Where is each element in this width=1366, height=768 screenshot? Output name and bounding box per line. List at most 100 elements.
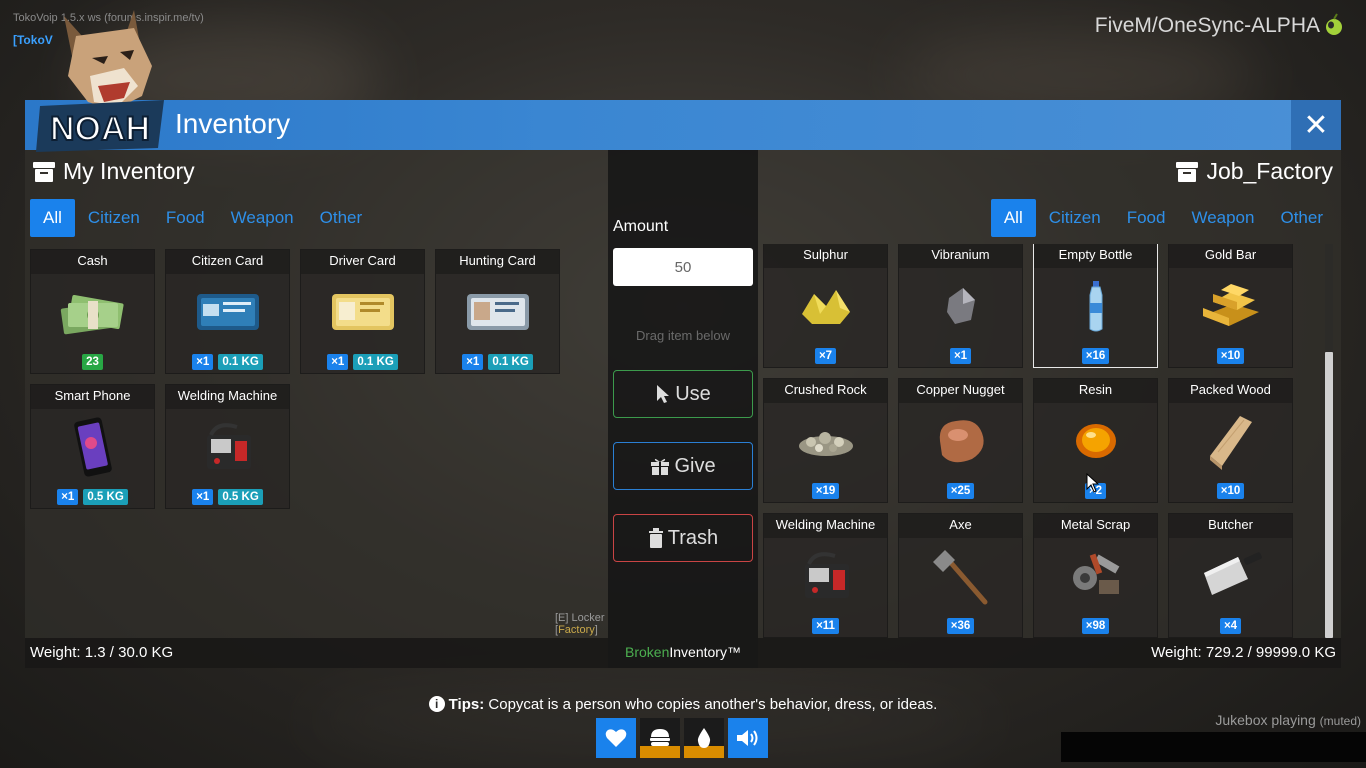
vibranium-icon (946, 288, 975, 324)
storage-item-sulphur[interactable]: Sulphur ×7 (763, 244, 888, 368)
item-qty-badge: ×10 (1216, 483, 1245, 499)
storage-item-vibranium[interactable]: Vibranium ×1 (898, 244, 1023, 368)
left-footer: Weight: 1.3 / 30.0 KG (25, 638, 608, 668)
storage-weight: Weight: 729.2 / 99999.0 KG (1151, 644, 1336, 661)
storage-item-metal-scrap[interactable]: Metal Scrap ×98 (1033, 513, 1158, 638)
close-button[interactable]: ✕ (1291, 100, 1341, 150)
left-tab-food[interactable]: Food (153, 199, 218, 237)
storage-scrollbar[interactable] (1325, 244, 1333, 638)
inventory-item-hunting-card[interactable]: Hunting Card ×1 0.1 KG (435, 249, 560, 374)
give-button[interactable]: Give (613, 442, 753, 490)
fivem-pear-icon (1326, 13, 1342, 35)
pointer-cursor-icon (657, 385, 670, 403)
trash-button-label: Trash (667, 526, 719, 549)
action-panel: Amount Drag item below Use Give Trash Br… (608, 150, 758, 668)
job-factory-title-text: Job_Factory (1206, 158, 1333, 184)
right-tab-other[interactable]: Other (1267, 199, 1336, 237)
item-weight-badge: 0.1 KG (218, 354, 263, 370)
platform-label: FiveM/OneSync-ALPHA (1094, 14, 1320, 37)
right-tab-citizen[interactable]: Citizen (1036, 199, 1114, 237)
right-tab-food[interactable]: Food (1114, 199, 1179, 237)
item-name: Crushed Rock (764, 379, 887, 403)
mouse-cursor-icon (1086, 473, 1100, 493)
left-tab-all[interactable]: All (30, 199, 75, 237)
storage-item-butcher[interactable]: Butcher ×4 (1168, 513, 1293, 638)
item-name: Metal Scrap (1034, 514, 1157, 538)
jukebox-status: Jukebox playing (muted) (1215, 712, 1361, 728)
brand-label: BrokenInventory™ (608, 644, 758, 660)
right-tabs: All Citizen Food Weapon Other (990, 199, 1336, 237)
item-name: Axe (899, 514, 1022, 538)
item-name: Packed Wood (1169, 379, 1292, 403)
right-tab-all[interactable]: All (990, 199, 1036, 237)
item-name: Driver Card (301, 250, 424, 274)
amount-label: Amount (613, 218, 669, 235)
cleaver-icon (1203, 552, 1262, 595)
item-qty-badge: ×1 (192, 354, 214, 370)
storage-item-packed-wood[interactable]: Packed Wood ×10 (1168, 378, 1293, 503)
welding-machine-icon (804, 552, 849, 598)
jukebox-bar (1061, 732, 1366, 762)
inventory-header: Inventory ✕ (25, 100, 1341, 150)
jukebox-text: Jukebox playing (1215, 712, 1316, 728)
use-button[interactable]: Use (613, 370, 753, 418)
inventory-item-welding-machine[interactable]: Welding Machine ×1 0.5 KG (165, 384, 290, 509)
sulphur-icon (801, 290, 850, 324)
jukebox-muted: (muted) (1319, 714, 1361, 728)
amount-input[interactable] (613, 248, 753, 286)
cash-stack-icon (60, 294, 124, 335)
locker-prompt: [E] Locker [Factory] (555, 612, 608, 636)
locker-prompt-end: ] (594, 624, 598, 636)
item-qty-badge: ×1 (192, 489, 214, 505)
item-qty-badge: ×25 (946, 483, 975, 499)
inventory-item-driver-card[interactable]: Driver Card ×1 0.1 KG (300, 249, 425, 374)
inventory-item-smart-phone[interactable]: Smart Phone ×1 0.5 KG (30, 384, 155, 509)
left-tab-other[interactable]: Other (307, 199, 376, 237)
storage-item-welding-machine[interactable]: Welding Machine ×11 (763, 513, 888, 638)
inventory-item-citizen-card[interactable]: Citizen Card ×1 0.1 KG (165, 249, 290, 374)
item-qty-badge: ×1 (327, 354, 349, 370)
status-hud (596, 718, 768, 758)
storage-item-empty-bottle[interactable]: Empty Bottle ×16 (1033, 244, 1158, 368)
storage-item-copper-nugget[interactable]: Copper Nugget ×25 (898, 378, 1023, 503)
speaker-icon (737, 730, 758, 746)
driver-license-icon (331, 294, 394, 330)
item-weight-badge: 0.1 KG (488, 354, 533, 370)
inventory-item-cash[interactable]: Cash 23 (30, 249, 155, 374)
left-tab-weapon[interactable]: Weapon (218, 199, 307, 237)
id-card-icon (196, 294, 259, 330)
item-weight-badge: 0.1 KG (353, 354, 398, 370)
hunting-license-icon (466, 294, 529, 330)
brand-label-b: Inventory™ (669, 644, 741, 660)
item-weight-badge: 0.5 KG (83, 489, 128, 505)
locker-prompt-name: Factory (558, 624, 595, 636)
item-name: Vibranium (899, 244, 1022, 268)
info-icon: i (428, 696, 445, 712)
item-qty-badge: ×11 (812, 618, 839, 634)
right-tab-weapon[interactable]: Weapon (1178, 199, 1267, 237)
noah-wolf-logo: NOAH (36, 10, 164, 152)
job-factory-grid: Sulphur ×7 Vibranium ×1 Empty Bottle ×16 (758, 244, 1333, 638)
storage-item-crushed-rock[interactable]: Crushed Rock ×19 (763, 378, 888, 503)
archive-box-icon (33, 161, 55, 182)
item-qty-badge: ×1 (462, 354, 484, 370)
storage-item-axe[interactable]: Axe ×36 (898, 513, 1023, 638)
item-name: Welding Machine (764, 514, 887, 538)
axe-icon (932, 550, 987, 605)
metal-scrap-icon (1072, 553, 1119, 594)
my-inventory-weight: Weight: 1.3 / 30.0 KG (30, 644, 174, 661)
burger-icon (650, 729, 670, 746)
hunger-status (640, 718, 680, 758)
item-name: Citizen Card (166, 250, 289, 274)
left-tab-citizen[interactable]: Citizen (75, 199, 153, 237)
storage-item-gold-bar[interactable]: Gold Bar ×10 (1168, 244, 1293, 368)
svg-text:NOAH: NOAH (50, 110, 150, 148)
item-name: Welding Machine (166, 385, 289, 409)
trash-button[interactable]: Trash (613, 514, 753, 562)
item-name: Empty Bottle (1034, 244, 1157, 268)
item-qty-badge: ×1 (57, 489, 79, 505)
bottle-icon (1089, 281, 1102, 332)
heart-icon (605, 729, 627, 747)
item-name: Resin (1034, 379, 1157, 403)
storage-scroll-thumb[interactable] (1325, 352, 1333, 638)
